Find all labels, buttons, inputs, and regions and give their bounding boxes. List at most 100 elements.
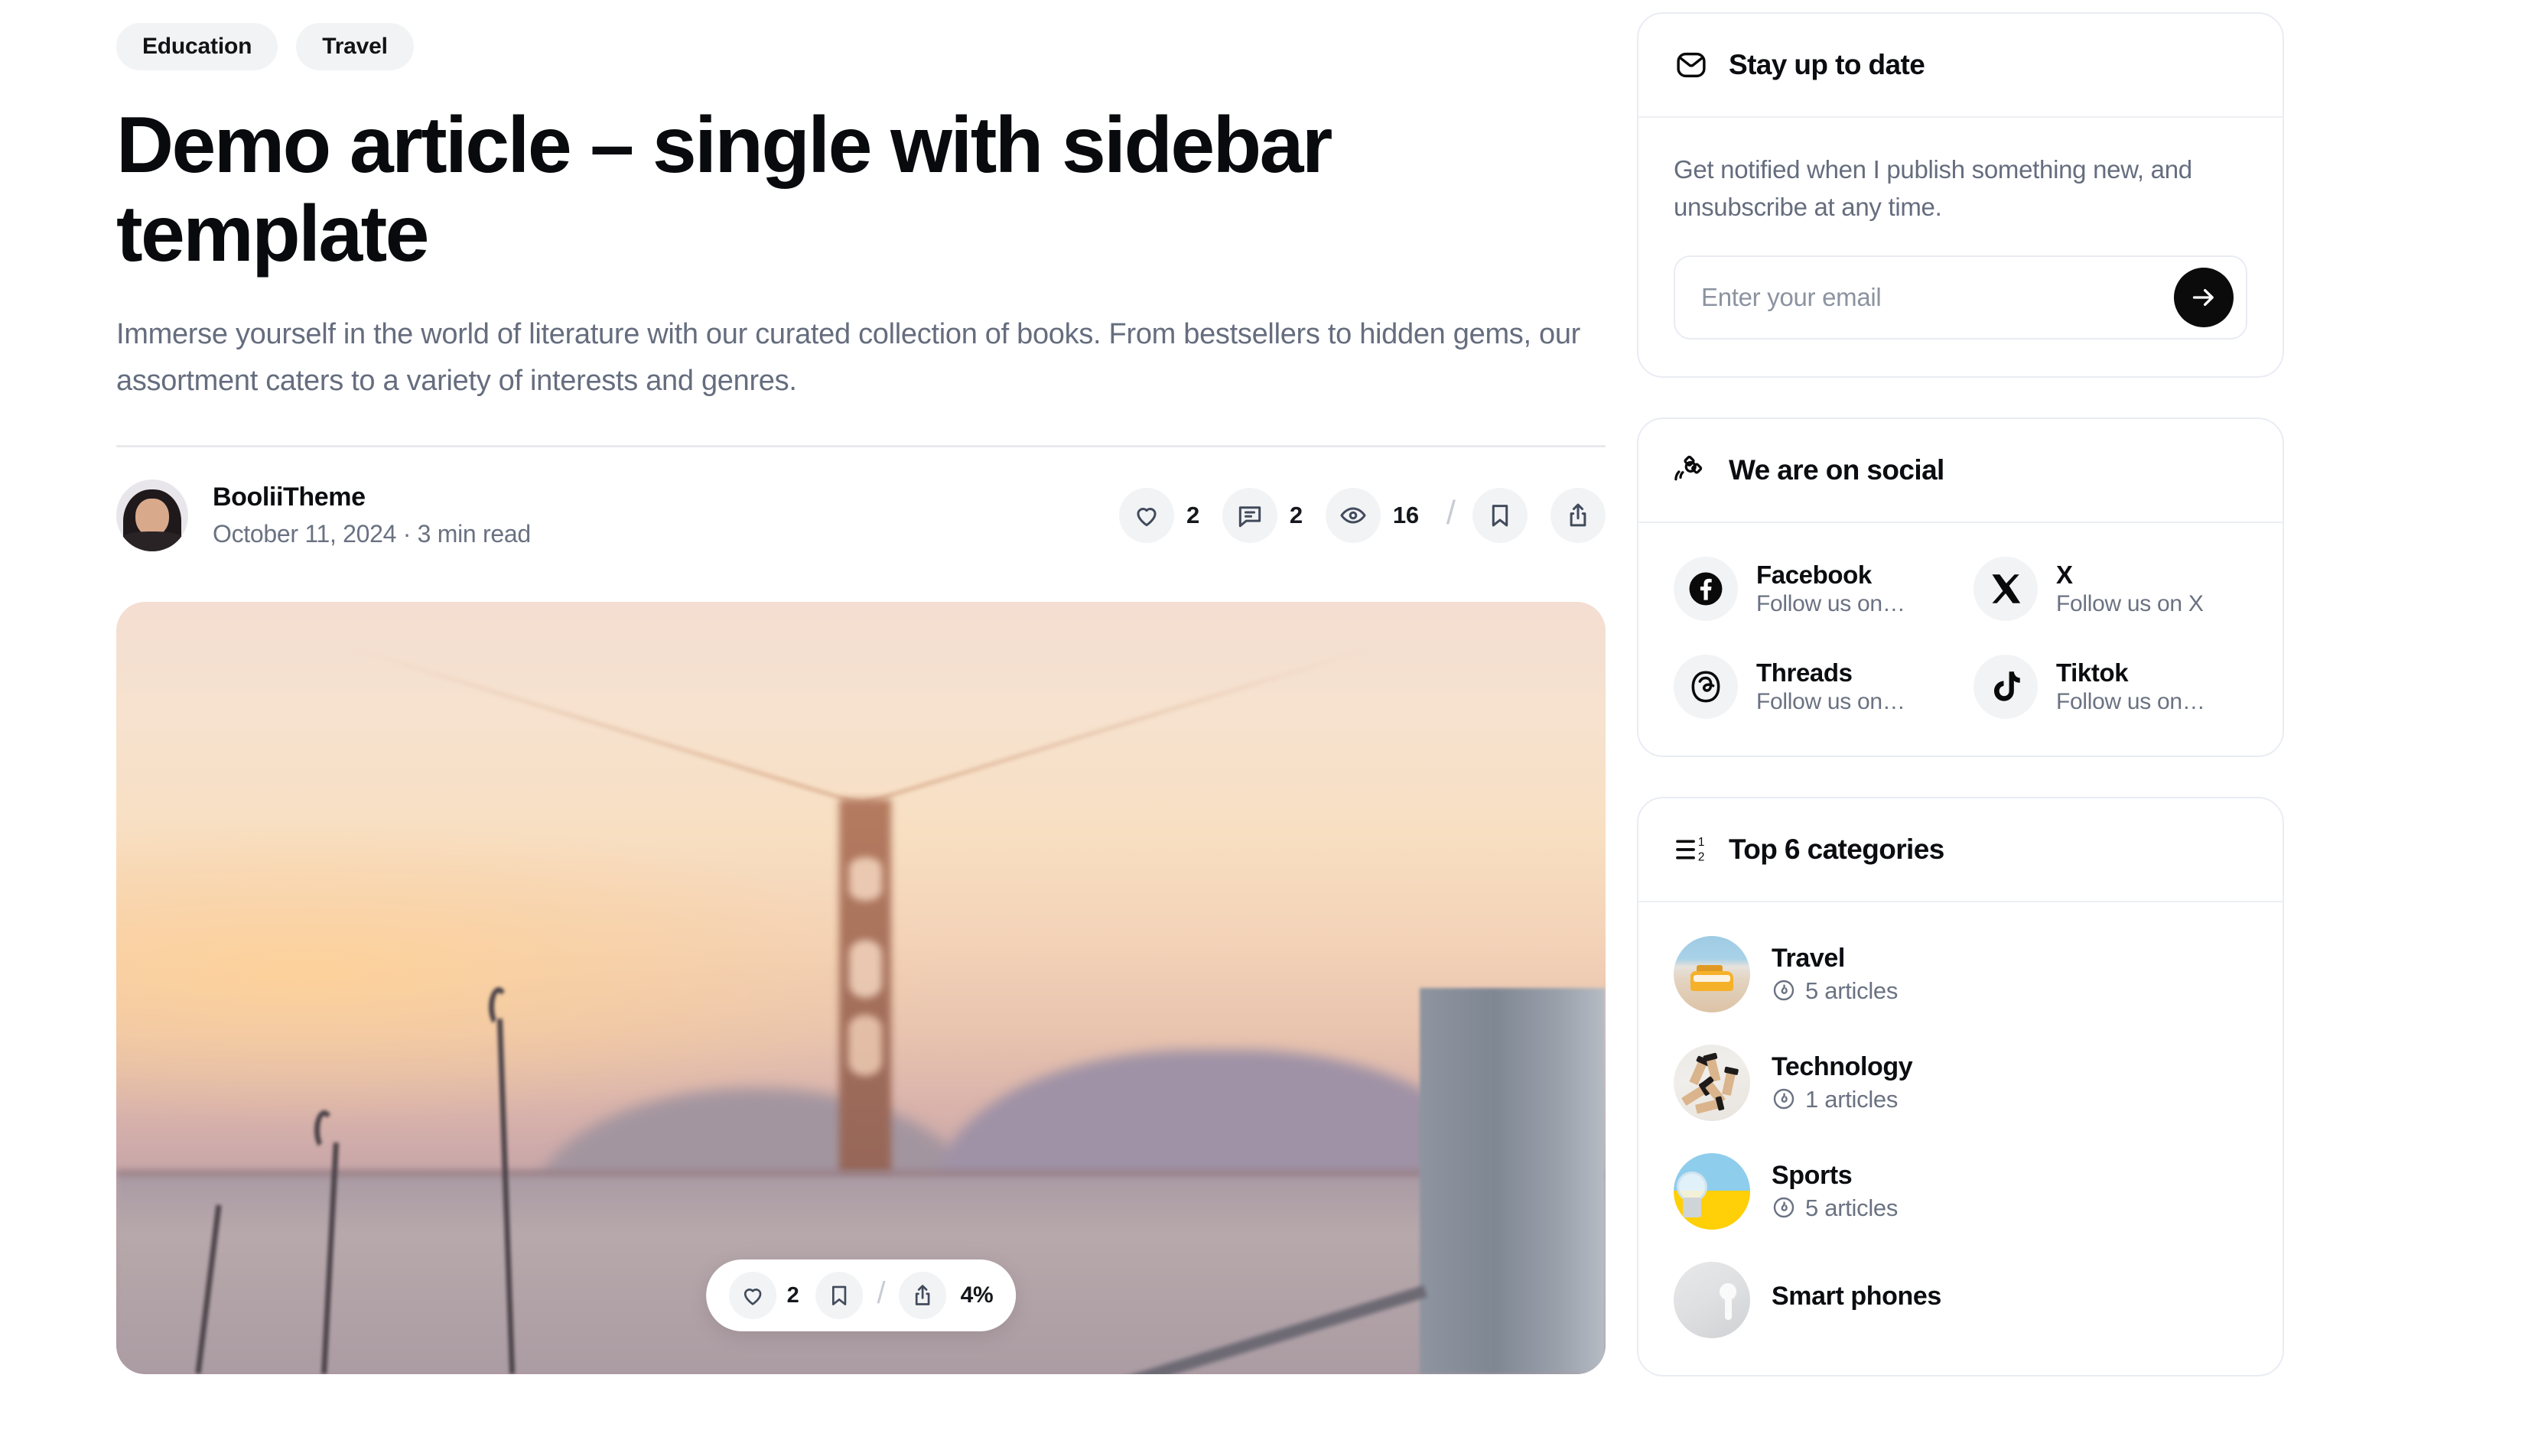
category-item-technology[interactable]: Technology 1 articles	[1674, 1044, 2247, 1121]
view-count: 16	[1392, 502, 1419, 529]
avatar	[116, 479, 188, 552]
social-name: Threads	[1756, 658, 1853, 687]
category-thumbnail	[1674, 1152, 1750, 1230]
author-name[interactable]: BooliiTheme	[213, 483, 531, 512]
tag-list: Education Travel	[116, 23, 1606, 70]
page-title: Demo article – single with sidebar templ…	[116, 101, 1332, 279]
social-name: Facebook	[1756, 560, 1872, 589]
category-count: 5 articles	[1805, 977, 1899, 1004]
bridge-span	[116, 1169, 1606, 1178]
floating-action-toolbar: 2 / 4%	[705, 1259, 1017, 1332]
social-title: We are on social	[1729, 453, 1944, 486]
social-sub: Follow us on…	[1756, 590, 1905, 616]
hero-image: 2 / 4%	[116, 602, 1606, 1375]
mail-icon	[1674, 47, 1709, 83]
social-sub: Follow us on X	[2056, 590, 2204, 616]
newsletter-card: Stay up to date Get notified when I publ…	[1637, 12, 2284, 378]
social-item-x[interactable]: X Follow us on X	[1973, 556, 2247, 621]
category-item-smart-phones[interactable]: Smart phones	[1674, 1261, 2247, 1338]
newsletter-description: Get notified when I publish something ne…	[1674, 155, 2192, 221]
category-item-sports[interactable]: Sports 5 articles	[1674, 1152, 2247, 1230]
social-item-tiktok[interactable]: Tiktok Follow us on…	[1973, 654, 2247, 719]
category-count: 5 articles	[1805, 1194, 1899, 1221]
article-main-column: Education Travel Demo article – single w…	[0, 0, 1606, 1375]
social-text-block: X Follow us on X	[2056, 562, 2204, 616]
share-icon[interactable]	[1550, 488, 1606, 544]
bookmark-icon[interactable]	[1472, 488, 1528, 544]
divider	[116, 445, 1606, 448]
newsletter-title: Stay up to date	[1729, 49, 1925, 80]
eye-icon[interactable]	[1325, 488, 1381, 544]
email-field[interactable]	[1701, 282, 2172, 312]
heart-icon[interactable]	[728, 1272, 776, 1320]
article-meta-row: BooliiTheme October 11, 2024 · 3 min rea…	[116, 479, 1606, 552]
tiktok-icon	[1973, 654, 2038, 719]
like-count: 2	[1186, 502, 1199, 529]
reading-progress: 4%	[960, 1282, 994, 1308]
category-count-row: 5 articles	[1772, 978, 1898, 1003]
category-list: Travel 5 articles Technology 1 articles …	[1674, 935, 2247, 1338]
category-name: Travel	[1772, 944, 1845, 973]
like-stat: 2	[1118, 488, 1199, 544]
social-name: Tiktok	[2056, 658, 2129, 687]
foreground-post	[1419, 988, 1606, 1375]
social-name: X	[2056, 560, 2073, 589]
hero-like-count: 2	[786, 1282, 799, 1308]
social-grid: Facebook Follow us on… X Follow us on X	[1674, 556, 2247, 719]
category-text-block: Sports 5 articles	[1772, 1162, 1898, 1220]
facebook-icon	[1674, 556, 1738, 621]
newsletter-form	[1674, 255, 2247, 340]
author-block: BooliiTheme October 11, 2024 · 3 min rea…	[213, 483, 531, 548]
categories-card-body: Travel 5 articles Technology 1 articles …	[1638, 902, 2283, 1375]
comment-icon[interactable]	[1222, 488, 1277, 544]
social-item-threads[interactable]: Threads Follow us on…	[1674, 654, 1947, 719]
category-name: Technology	[1772, 1052, 1913, 1082]
share-icon[interactable]	[899, 1272, 947, 1320]
category-item-travel[interactable]: Travel 5 articles	[1674, 935, 2247, 1012]
tag-education[interactable]: Education	[116, 23, 278, 70]
flame-icon	[1773, 1088, 1794, 1110]
category-name: Smart phones	[1772, 1282, 1941, 1311]
heart-icon[interactable]	[1118, 488, 1174, 544]
bridge-tower-opening	[848, 1015, 883, 1077]
social-text-block: Threads Follow us on…	[1756, 660, 1905, 713]
categories-title: Top 6 categories	[1729, 833, 1944, 865]
category-count: 1 articles	[1805, 1085, 1899, 1113]
category-count-row: 1 articles	[1772, 1087, 1912, 1111]
social-card-header: We are on social	[1638, 419, 2283, 523]
article-page: Education Travel Demo article – single w…	[0, 0, 2538, 1456]
sidebar: Stay up to date Get notified when I publ…	[1606, 0, 2325, 1376]
svg-text:1: 1	[1698, 836, 1705, 849]
foreground-grass-tip	[488, 986, 509, 1027]
comment-stat: 2	[1222, 488, 1303, 544]
view-stat: 16	[1325, 488, 1419, 544]
social-sub: Follow us on…	[2056, 688, 2205, 714]
foreground-grass-tip	[314, 1110, 334, 1151]
threads-icon	[1674, 654, 1738, 719]
categories-card-header: 1 2 Top 6 categories	[1638, 798, 2283, 902]
bookmark-icon[interactable]	[815, 1272, 864, 1320]
tag-travel[interactable]: Travel	[296, 23, 414, 70]
article-excerpt: Immerse yourself in the world of literat…	[116, 317, 1581, 398]
separator: /	[1446, 494, 1456, 532]
social-text-block: Tiktok Follow us on…	[2056, 660, 2205, 713]
separator: /	[877, 1276, 886, 1310]
category-count-row: 5 articles	[1772, 1195, 1898, 1220]
comment-count: 2	[1289, 502, 1303, 529]
hero-sun-glow	[116, 817, 951, 1127]
category-thumbnail	[1674, 935, 1750, 1012]
category-text-block: Travel 5 articles	[1772, 945, 1898, 1003]
newsletter-card-header: Stay up to date	[1638, 14, 2283, 118]
social-sub: Follow us on…	[1756, 688, 1905, 714]
category-text-block: Technology 1 articles	[1772, 1052, 1913, 1111]
satellite-icon	[1674, 453, 1709, 488]
subscribe-button[interactable]	[2174, 267, 2234, 327]
hero-like-stat: 2	[728, 1272, 799, 1320]
svg-text:2: 2	[1698, 850, 1705, 863]
categories-card: 1 2 Top 6 categories Travel 5 articles T…	[1637, 796, 2284, 1376]
social-card: We are on social Facebook Follow us on…	[1637, 417, 2284, 757]
x-icon	[1973, 556, 2038, 621]
social-item-facebook[interactable]: Facebook Follow us on…	[1674, 556, 1947, 621]
category-name: Sports	[1772, 1161, 1853, 1191]
author-meta: October 11, 2024 · 3 min read	[213, 520, 531, 548]
